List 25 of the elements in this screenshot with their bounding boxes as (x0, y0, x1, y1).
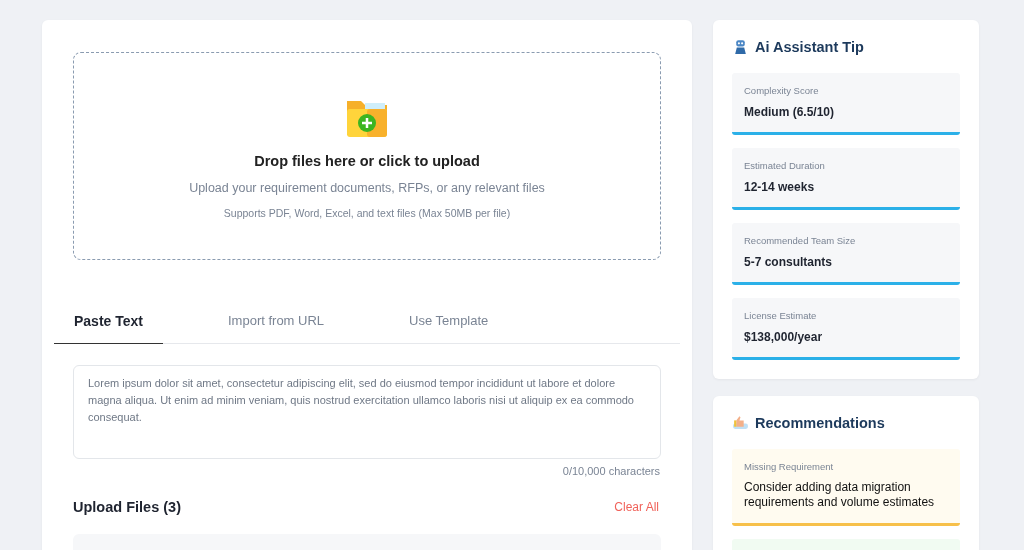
drop-title: Drop files here or click to upload (254, 153, 480, 169)
character-counter: 0/10,000 characters (561, 465, 660, 477)
stat-value: 5-7 consultants (744, 255, 834, 269)
stat-label: Estimated Duration (744, 160, 826, 171)
tab[interactable]: Use Template (389, 298, 509, 344)
recommendations-title: Recommendations (755, 414, 885, 431)
upload-files-heading: Upload Files (3) (73, 499, 181, 515)
text-input-field[interactable]: Lorem ipsum dolor sit amet, consectetur adipiscing elit, sed do eiusmod tempor incididunt ut labore et dolore magna aliqua. Ut enim ad minim veniam, quis nostrud exercitation ullamco laboris nisi ut aliquip ex ea commodo consequat. (73, 365, 661, 459)
recommendation-label: Missing Requirement (744, 461, 835, 472)
tab[interactable]: Import from URL (208, 298, 345, 344)
stat-value: 12-14 weeks (744, 180, 816, 194)
robot-icon (732, 38, 749, 55)
stat-label: Recommended Team Size (744, 235, 857, 246)
stat-label: Complexity Score (744, 85, 820, 96)
drop-zone[interactable]: Drop files here or click to upload Upload your requirement documents, RFPs, or any relevant files Supports PDF, Word, Excel, and text files (Max 50MB per file) (73, 52, 661, 260)
stat-label: License Estimate (744, 310, 818, 321)
thumbs-up-icon (732, 414, 749, 431)
tip-title: Ai Assistant Tip (755, 38, 864, 55)
clear-all-link[interactable]: Clear All (614, 500, 659, 514)
stat-value: Medium (6.5/10) (744, 105, 836, 119)
tab[interactable]: Paste Text (54, 298, 163, 344)
recommendation-text: Consider adding data migration requirements and volume estimates (744, 480, 936, 510)
drop-subtitle: Upload your requirement documents, RFPs, or any relevant files (189, 181, 545, 195)
stat-value: $138,000/year (744, 330, 824, 344)
file-types-note: Supports PDF, Word, Excel, and text files (Max 50MB per file) (223, 207, 511, 219)
